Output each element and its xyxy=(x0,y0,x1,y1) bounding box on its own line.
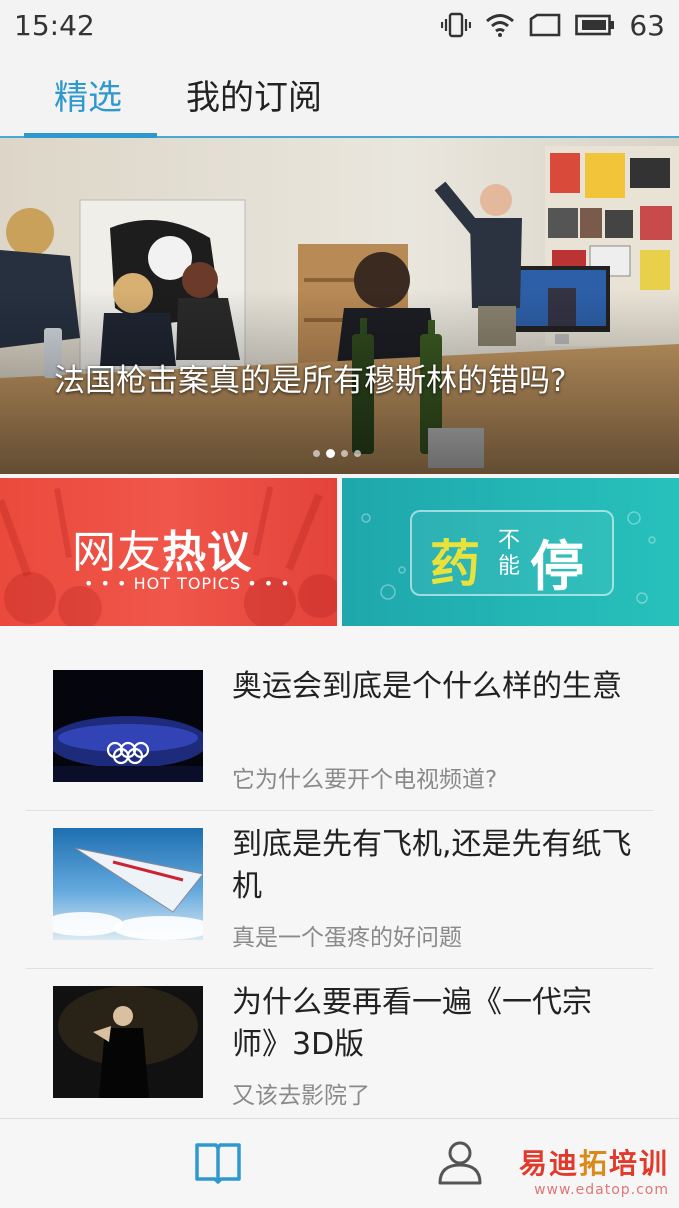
hero-title[interactable]: 法国枪击案真的是所有穆斯林的错吗? xyxy=(54,360,594,402)
carousel-dot xyxy=(313,450,320,457)
article-title: 为什么要再看一遍《一代宗师》3D版 xyxy=(232,985,592,1062)
bottom-nav: 易迪拓培训 www.edatop.com xyxy=(0,1118,679,1208)
status-icons: 63 xyxy=(441,9,665,42)
article-title: 奥运会到底是个什么样的生意 xyxy=(232,669,622,704)
carousel-dot xyxy=(354,450,361,457)
hero-carousel[interactable]: 法国枪击案真的是所有穆斯林的错吗? xyxy=(0,138,679,474)
tab-featured[interactable]: 精选 xyxy=(54,70,122,119)
hero-image xyxy=(0,138,679,474)
article-list: 奥运会到底是个什么样的生意 它为什么要开个电视频道? 到底是先有飞机,还是先有纸… xyxy=(0,626,679,1118)
medicine-banner[interactable]: 药 不能 停 xyxy=(342,478,679,626)
hot-topics-title: 网友热议 xyxy=(72,516,252,580)
user-icon xyxy=(438,1141,482,1185)
article-item[interactable]: 奥运会到底是个什么样的生意 它为什么要开个电视频道? xyxy=(26,626,653,793)
article-thumbnail xyxy=(53,828,203,940)
battery-level: 63 xyxy=(629,8,665,42)
hot-topics-banner[interactable]: 网友热议 • • • HOT TOPICS • • • xyxy=(0,478,337,626)
watermark-url: www.edatop.com xyxy=(534,1182,669,1198)
tab-subscriptions[interactable]: 我的订阅 xyxy=(186,70,322,119)
carousel-dot-active xyxy=(326,449,335,458)
article-title: 到底是先有飞机,还是先有纸飞机 xyxy=(232,827,632,904)
hot-title-part1: 网友 xyxy=(72,527,162,578)
tab-bar: 精选 我的订阅 xyxy=(0,50,679,138)
nav-reading[interactable] xyxy=(194,1139,242,1189)
watermark-text-c: 培训 xyxy=(608,1147,669,1180)
medicine-logo-box: 药 不能 停 xyxy=(410,510,614,598)
hot-title-part2: 热议 xyxy=(162,527,252,578)
medicine-char1: 药 xyxy=(430,535,480,593)
medicine-char2: 停 xyxy=(530,535,584,598)
book-icon xyxy=(195,1143,241,1184)
article-item[interactable]: 到底是先有飞机,还是先有纸飞机 真是一个蛋疼的好问题 xyxy=(26,784,653,951)
wifi-icon xyxy=(486,14,515,37)
article-subtitle: 又该去影院了 xyxy=(232,1083,370,1109)
status-time: 15:42 xyxy=(14,8,95,42)
carousel-indicator xyxy=(313,449,361,458)
hot-topics-subtitle: • • • HOT TOPICS • • • xyxy=(84,574,291,593)
carousel-dot xyxy=(341,450,348,457)
article-thumbnail xyxy=(53,670,203,782)
article-item[interactable]: 为什么要再看一遍《一代宗师》3D版 又该去影院了 xyxy=(26,942,653,1109)
watermark-text-b: 拓 xyxy=(578,1147,609,1180)
article-thumbnail xyxy=(53,986,203,1098)
sim-icon xyxy=(530,13,561,37)
medicine-small-text: 不能 xyxy=(498,528,521,579)
status-bar: 15:42 63 xyxy=(0,0,679,50)
nav-profile[interactable] xyxy=(436,1139,484,1189)
watermark: 易迪拓培训 www.edatop.com xyxy=(519,1142,669,1198)
watermark-text: 易迪拓培训 xyxy=(519,1142,669,1182)
watermark-text-a: 易迪 xyxy=(518,1147,579,1180)
battery-icon xyxy=(575,14,615,36)
vibrate-icon xyxy=(441,12,472,38)
